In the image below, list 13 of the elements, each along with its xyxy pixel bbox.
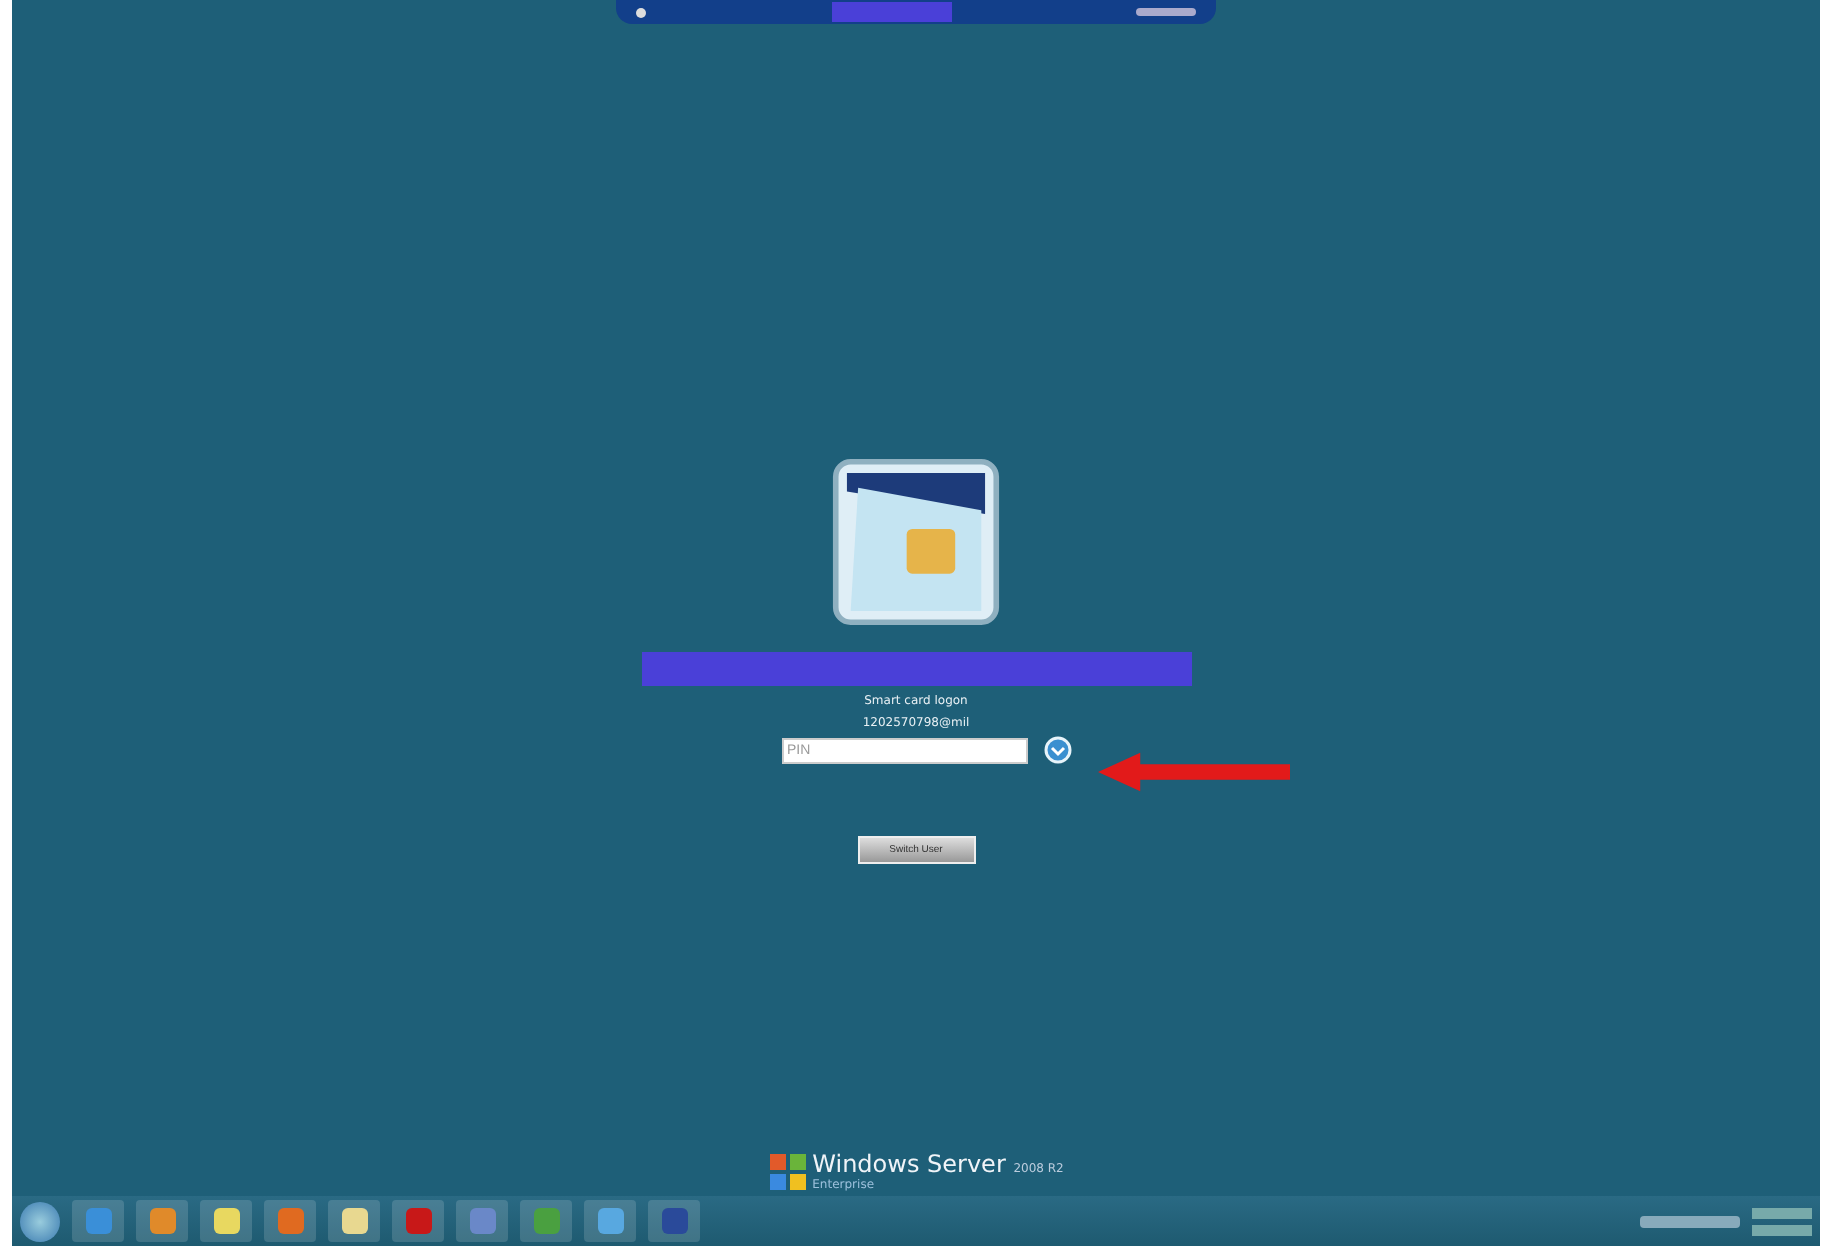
start-orb-icon[interactable] [20,1201,60,1241]
redacted-block [831,2,951,22]
windows-flag-icon [768,1152,809,1192]
taskbar-app-icon[interactable] [328,1200,380,1242]
taskbar-app-icon[interactable] [648,1200,700,1242]
taskbar-app-icon[interactable] [72,1200,124,1242]
taskbar-app-icon[interactable] [136,1200,188,1242]
taskbar-app-icon[interactable] [520,1200,572,1242]
taskbar-app-icon[interactable] [200,1200,252,1242]
taskbar-app-icon[interactable] [264,1200,316,1242]
smart-card-icon [832,456,1000,628]
taskbar-app-icon[interactable] [456,1200,508,1242]
taskbar-app-icon[interactable] [584,1200,636,1242]
